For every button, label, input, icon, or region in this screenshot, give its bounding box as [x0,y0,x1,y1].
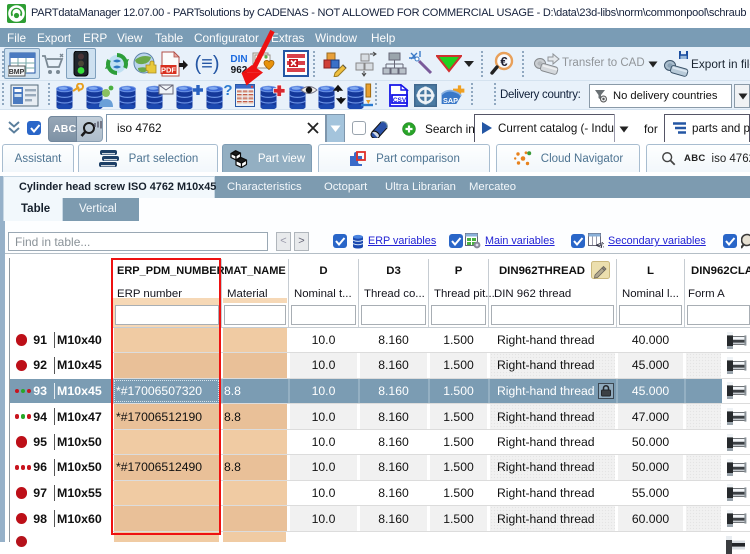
svg-text:PDF: PDF [161,66,176,75]
svg-text:?: ? [223,83,232,99]
svg-text:962: 962 [231,65,248,75]
svg-text:BMP: BMP [9,69,25,76]
svg-text:DIN: DIN [230,54,247,65]
svg-text:(≡): (≡) [195,53,220,75]
svg-text:</>: </> [596,241,604,249]
svg-text:CSV: CSV [393,97,407,104]
svg-text:€: € [500,54,507,69]
svg-text:SAP: SAP [443,96,458,105]
